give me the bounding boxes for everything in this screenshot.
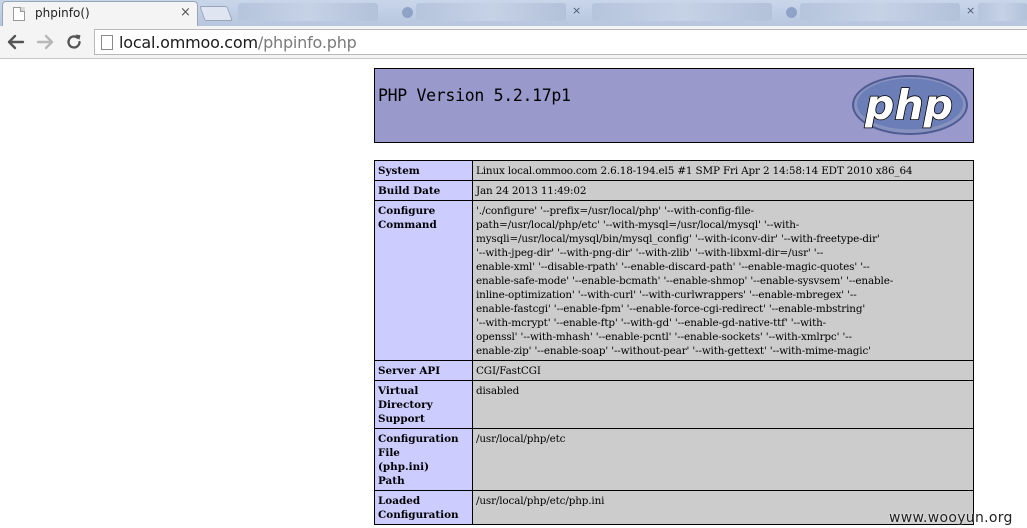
background-tab-icon <box>786 7 797 18</box>
row-value-system: Linux local.ommoo.com 2.6.18-194.el5 #1 … <box>472 160 974 181</box>
table-row: System Linux local.ommoo.com 2.6.18-194.… <box>374 160 974 181</box>
page-content: PHP Version 5.2.17p1 php System Linux lo… <box>0 60 1027 528</box>
config-line: '--with-jpeg-dir' '--with-png-dir' '--wi… <box>476 247 824 259</box>
row-label-system: System <box>374 160 473 181</box>
config-line: mysqli=/usr/local/mysql/bin/mysql_config… <box>476 233 880 245</box>
table-row: Virtual Directory Support disabled <box>374 380 974 429</box>
label-line: Command <box>378 219 437 231</box>
config-line: './configure' '--prefix=/usr/local/php' … <box>476 205 754 217</box>
php-version-title: PHP Version 5.2.17p1 <box>378 86 571 105</box>
row-label-config-file-path: Configuration File (php.ini) Path <box>374 428 473 491</box>
table-row: Server API CGI/FastCGI <box>374 360 974 381</box>
background-tab-close-icon[interactable]: × <box>572 4 581 17</box>
label-line: File <box>378 447 400 459</box>
row-value-server-api: CGI/FastCGI <box>472 360 974 381</box>
url-host: local.ommoo.com <box>119 33 258 52</box>
php-version-header: PHP Version 5.2.17p1 php <box>374 68 974 143</box>
row-value-virtual-directory-support: disabled <box>472 380 974 429</box>
label-line: Configure <box>378 205 436 217</box>
tab-title: phpinfo() <box>35 6 90 20</box>
config-line: enable-safe-mode' '--enable-bcmath' '--e… <box>476 275 894 287</box>
table-row: Build Date Jan 24 2013 11:49:02 <box>374 180 974 201</box>
config-line: inline-optimization' '--with-curl' '--wi… <box>476 289 857 301</box>
forward-button[interactable] <box>32 29 58 55</box>
page-icon <box>101 35 113 50</box>
tab-close-icon[interactable]: × <box>180 5 191 20</box>
table-row: Configure Command './configure' '--prefi… <box>374 200 974 361</box>
background-tab-icon <box>402 7 413 18</box>
php-logo-text: php <box>864 81 953 129</box>
phpinfo-table: System Linux local.ommoo.com 2.6.18-194.… <box>374 160 974 525</box>
row-value-configure-command: './configure' '--prefix=/usr/local/php' … <box>472 200 974 361</box>
config-line: enable-fastcgi' '--enable-fpm' '--enable… <box>476 303 866 315</box>
watermark: www.wooyun.org <box>889 510 1013 526</box>
background-tab[interactable] <box>416 3 566 21</box>
reload-icon <box>67 34 81 49</box>
page-favicon-icon <box>13 7 25 21</box>
background-tab-close-icon[interactable]: × <box>966 4 975 17</box>
tab-strip: phpinfo() × × × <box>0 0 1027 26</box>
url-text[interactable]: local.ommoo.com/phpinfo.php <box>119 33 357 52</box>
back-arrow-icon <box>7 34 25 50</box>
tab-phpinfo[interactable]: phpinfo() × <box>2 1 198 26</box>
forward-arrow-icon <box>36 34 54 50</box>
new-tab-button[interactable] <box>199 6 233 21</box>
config-line: path=/usr/local/php/etc' '--with-mysql=/… <box>476 219 800 231</box>
background-tab[interactable] <box>978 3 1027 21</box>
config-line: enable-xml' '--disable-rpath' '--enable-… <box>476 261 870 273</box>
row-value-build-date: Jan 24 2013 11:49:02 <box>472 180 974 201</box>
table-row: Loaded Configuration /usr/local/php/etc/… <box>374 490 974 525</box>
row-label-loaded-configuration: Loaded Configuration <box>374 490 473 525</box>
row-label-virtual-directory-support: Virtual Directory Support <box>374 380 473 429</box>
label-line: Path <box>378 475 405 487</box>
row-label-build-date: Build Date <box>374 180 473 201</box>
config-line: openssl' '--with-mhash' '--enable-pcntl'… <box>476 331 852 343</box>
config-line: enable-zip' '--enable-soap' '--without-p… <box>476 345 871 357</box>
config-line: '--with-mcrypt' '--enable-ftp' '--with-g… <box>476 317 826 329</box>
label-line: Configuration <box>378 433 459 445</box>
url-path: /phpinfo.php <box>257 33 357 52</box>
label-line: (php.ini) <box>378 461 429 473</box>
label-line: Directory <box>378 399 433 411</box>
label-line: Configuration <box>378 509 459 521</box>
label-line: Loaded <box>378 495 421 507</box>
browser-toolbar: local.ommoo.com/phpinfo.php <box>0 26 1027 59</box>
address-bar[interactable]: local.ommoo.com/phpinfo.php <box>94 29 1027 55</box>
background-tab[interactable] <box>592 3 772 21</box>
row-label-configure-command: Configure Command <box>374 200 473 361</box>
row-label-server-api: Server API <box>374 360 473 381</box>
table-row: Configuration File (php.ini) Path /usr/l… <box>374 428 974 491</box>
reload-button[interactable] <box>61 29 87 55</box>
row-value-config-file-path: /usr/local/php/etc <box>472 428 974 491</box>
background-tab[interactable] <box>238 3 378 21</box>
background-tab[interactable] <box>800 3 960 21</box>
label-line: Virtual <box>378 385 419 397</box>
label-line: Support <box>378 413 425 425</box>
back-button[interactable] <box>3 29 29 55</box>
php-logo-icon[interactable]: php <box>850 73 970 137</box>
